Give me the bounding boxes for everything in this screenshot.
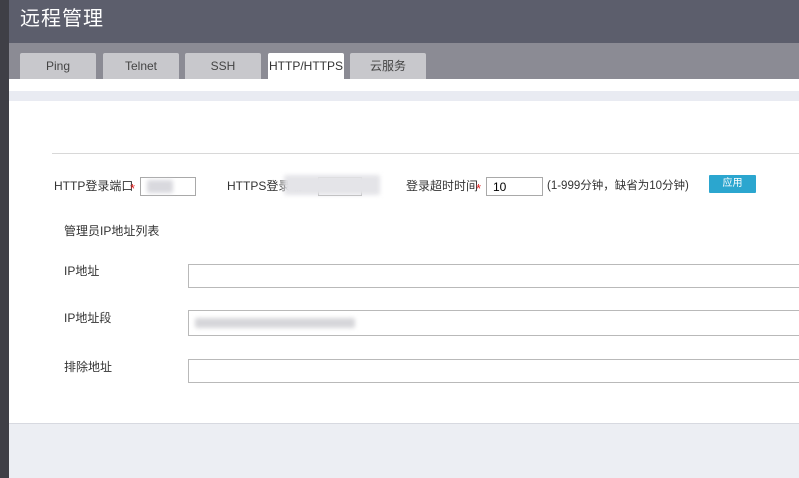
- timeout-input[interactable]: [486, 177, 543, 196]
- ip-address-input[interactable]: [188, 264, 799, 288]
- panel-bottom-border: [9, 423, 799, 424]
- tab-http-https[interactable]: HTTP/HTTPS: [268, 53, 344, 79]
- left-sidebar-edge: [0, 0, 9, 478]
- ip-range-label: IP地址段: [64, 311, 112, 325]
- content-separator: [9, 91, 799, 101]
- http-port-required-mark: *: [130, 181, 136, 196]
- timeout-hint: (1-999分钟，缺省为10分钟): [547, 180, 689, 192]
- exclude-address-label: 排除地址: [64, 360, 113, 374]
- tab-telnet[interactable]: Telnet: [103, 53, 179, 79]
- apply-button[interactable]: 应用: [709, 175, 756, 193]
- http-port-label: HTTP登录端口: [54, 179, 134, 193]
- tab-ping[interactable]: Ping: [20, 53, 96, 79]
- page-header: 远程管理: [9, 0, 799, 43]
- ip-range-redaction: [195, 318, 355, 328]
- exclude-address-input[interactable]: [188, 359, 799, 383]
- http-port-redaction: [147, 180, 173, 193]
- timeout-required-mark: *: [476, 181, 482, 196]
- ip-address-label: IP地址: [64, 264, 100, 278]
- https-port-redaction: [284, 175, 380, 195]
- tab-cloud-service[interactable]: 云服务: [350, 53, 426, 79]
- tab-ssh[interactable]: SSH: [185, 53, 261, 79]
- ip-list-title: 管理员IP地址列表: [64, 224, 160, 238]
- timeout-label: 登录超时时间: [406, 179, 479, 193]
- tab-content-top: [9, 79, 799, 91]
- section-divider: [52, 153, 799, 154]
- page-title: 远程管理: [20, 8, 104, 30]
- tab-bar: Ping Telnet SSH HTTP/HTTPS 云服务: [9, 43, 799, 79]
